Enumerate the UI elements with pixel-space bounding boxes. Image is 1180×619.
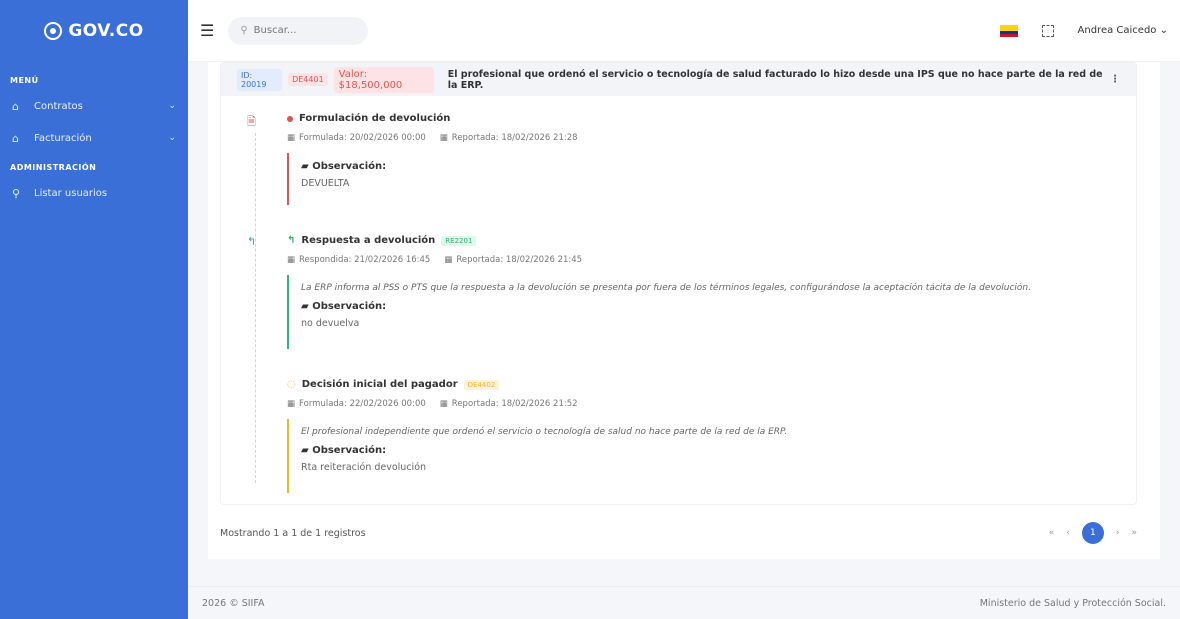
chevron-down-icon: ⌄ bbox=[168, 101, 176, 111]
detail-panel: ID: 20019 DE4401 Valor: $18,500,000 El p… bbox=[220, 62, 1137, 505]
observation-label-text: Observación: bbox=[312, 301, 387, 312]
entry-title: ↰ Respuesta a devolución RE2201 bbox=[287, 235, 477, 246]
entry-title: ◌ Decisión inicial del pagador DE4402 bbox=[287, 379, 500, 390]
status-dot-icon bbox=[287, 115, 293, 122]
reply-icon: ↰ bbox=[247, 235, 257, 248]
observation-value: DEVUELTA bbox=[301, 178, 350, 189]
user-icon: ⚲ bbox=[12, 186, 21, 200]
entry-title: Formulación de devolución bbox=[287, 113, 450, 124]
calendar-icon: ▦ bbox=[444, 255, 453, 265]
observation-block: El profesional independiente que ordenó … bbox=[287, 419, 1107, 493]
calendar-icon: ▦ bbox=[287, 133, 296, 143]
code-badge: DE4401 bbox=[288, 73, 328, 86]
records-info: Mostrando 1 a 1 de 1 registros bbox=[220, 527, 366, 539]
language-flag-icon[interactable] bbox=[999, 24, 1018, 37]
search-box[interactable]: ⚲ bbox=[228, 16, 369, 45]
home-icon: ⌂ bbox=[12, 131, 19, 145]
search-input[interactable] bbox=[253, 25, 344, 36]
observation-block: La ERP informa al PSS o PTS que la respu… bbox=[287, 275, 1107, 349]
meta-formulada: Formulada: 20/02/2026 00:00 bbox=[299, 133, 426, 143]
meta-reportada: Reportada: 18/02/2026 21:52 bbox=[451, 399, 578, 409]
observation-label: ▰ Observación: bbox=[301, 161, 1107, 172]
logo[interactable]: GOV.CO bbox=[0, 0, 188, 62]
entry-title-text: Respuesta a devolución bbox=[301, 235, 436, 246]
meta-reportada: Reportada: 18/02/2026 21:45 bbox=[456, 255, 583, 265]
entry-meta: ▦ Respondida: 21/02/2026 16:45 ▦ Reportada… bbox=[287, 255, 582, 265]
chevron-down-icon: ⌄ bbox=[1159, 25, 1168, 36]
observation-label: ▰ Observación: bbox=[301, 445, 1107, 456]
detail-title: El profesional que ordenó el servicio o … bbox=[447, 68, 1103, 91]
sidebar-item-label: Contratos bbox=[34, 100, 83, 112]
fullscreen-icon[interactable] bbox=[1041, 24, 1054, 37]
sidebar-item-facturacion[interactable]: ⌂ Facturación ⌄ bbox=[0, 127, 188, 149]
entry-title-text: Formulación de devolución bbox=[299, 113, 451, 124]
last-page-icon[interactable]: » bbox=[1131, 528, 1137, 538]
user-name: Andrea Caicedo bbox=[1077, 25, 1157, 36]
more-options-icon[interactable]: ⋮ bbox=[1110, 74, 1120, 85]
first-page-icon[interactable]: « bbox=[1049, 528, 1055, 538]
calendar-icon: ▦ bbox=[439, 133, 448, 143]
spinner-icon: ◌ bbox=[287, 379, 296, 390]
sidebar: GOV.CO MENÚ ⌂ Contratos ⌄ ⌂ Facturación … bbox=[0, 0, 188, 619]
search-icon: ⚲ bbox=[240, 25, 248, 36]
value-badge: Valor: $18,500,000 bbox=[333, 66, 434, 93]
meta-reportada: Reportada: 18/02/2026 21:28 bbox=[451, 133, 578, 143]
entry-badge: DE4402 bbox=[463, 379, 500, 390]
id-badge: ID: 20019 bbox=[237, 68, 283, 91]
observation-block: ▰ Observación: DEVUELTA bbox=[287, 153, 1107, 205]
entry-title-text: Decisión inicial del pagador bbox=[301, 379, 458, 390]
reply-icon: ↰ bbox=[287, 235, 296, 246]
home-icon: ⌂ bbox=[12, 99, 19, 113]
observation-value: no devuelva bbox=[301, 318, 360, 329]
calendar-icon: ▦ bbox=[439, 399, 448, 409]
timeline-line bbox=[255, 133, 256, 483]
observation-label-text: Observación: bbox=[312, 161, 387, 172]
topbar: ☰ ⚲ Andrea Caicedo ⌄ bbox=[188, 0, 1180, 62]
pagination: « ‹ 1 › » bbox=[1049, 522, 1137, 544]
flag-icon: ▰ bbox=[301, 301, 309, 312]
meta-formulada: Formulada: 22/02/2026 00:00 bbox=[299, 399, 426, 409]
sidebar-item-contratos[interactable]: ⌂ Contratos ⌄ bbox=[0, 95, 188, 117]
menu-toggle-icon[interactable]: ☰ bbox=[200, 21, 214, 40]
chevron-down-icon: ⌄ bbox=[168, 133, 176, 143]
observation-value: Rta reiteración devolución bbox=[301, 462, 427, 473]
sidebar-item-label: Listar usuarios bbox=[34, 187, 108, 199]
detail-header: ID: 20019 DE4401 Valor: $18,500,000 El p… bbox=[221, 63, 1136, 96]
prev-page-icon[interactable]: ‹ bbox=[1066, 528, 1070, 538]
admin-section-title: ADMINISTRACIÓN bbox=[10, 163, 97, 172]
user-menu[interactable]: Andrea Caicedo ⌄ bbox=[1078, 25, 1168, 36]
sidebar-item-listar-usuarios[interactable]: ⚲ Listar usuarios bbox=[0, 182, 188, 204]
flag-icon: ▰ bbox=[301, 445, 309, 456]
gov-seal-icon bbox=[44, 22, 63, 40]
flag-icon: ▰ bbox=[301, 161, 309, 172]
page-footer: 2026 © SIIFA Ministerio de Salud y Prote… bbox=[188, 586, 1180, 619]
entry-badge: RE2201 bbox=[441, 235, 477, 246]
copyright: 2026 © SIIFA bbox=[202, 597, 265, 609]
next-page-icon[interactable]: › bbox=[1116, 528, 1120, 538]
calendar-icon: ▦ bbox=[287, 399, 296, 409]
document-icon: 🗎 bbox=[247, 115, 256, 128]
main-card: ID: 20019 DE4401 Valor: $18,500,000 El p… bbox=[208, 62, 1160, 559]
entry-description: La ERP informa al PSS o PTS que la respu… bbox=[301, 283, 1031, 293]
table-footer: Mostrando 1 a 1 de 1 registros « ‹ 1 › » bbox=[220, 522, 1137, 544]
menu-section-title: MENÚ bbox=[10, 76, 39, 85]
calendar-icon: ▦ bbox=[287, 255, 296, 265]
page-button-current[interactable]: 1 bbox=[1081, 522, 1104, 544]
observation-label: ▰ Observación: bbox=[301, 301, 1107, 312]
entry-meta: ▦ Formulada: 20/02/2026 00:00 ▦ Reportada:… bbox=[287, 133, 578, 143]
ministry-credit: Ministerio de Salud y Protección Social. bbox=[979, 597, 1166, 609]
observation-label-text: Observación: bbox=[312, 445, 387, 456]
entry-meta: ▦ Formulada: 22/02/2026 00:00 ▦ Reportada:… bbox=[287, 399, 578, 409]
meta-respondida: Respondida: 21/02/2026 16:45 bbox=[299, 255, 431, 265]
sidebar-item-label: Facturación bbox=[34, 132, 92, 144]
entry-description: El profesional independiente que ordenó … bbox=[301, 427, 788, 437]
logo-text: GOV.CO bbox=[68, 21, 144, 41]
